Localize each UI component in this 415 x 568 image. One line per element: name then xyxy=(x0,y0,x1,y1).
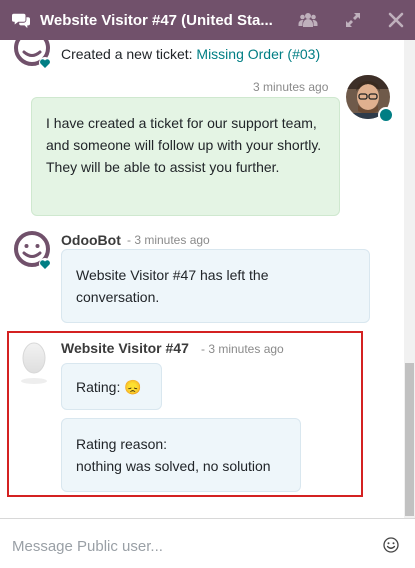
online-status-indicator xyxy=(378,107,394,123)
expand-icon[interactable] xyxy=(343,10,363,30)
log-message: Created a new ticket: Missing Order (#03… xyxy=(61,46,320,62)
message-composer[interactable]: Message Public user... xyxy=(0,518,415,568)
close-icon[interactable] xyxy=(386,10,406,30)
bot-author-name[interactable]: OdooBot xyxy=(61,232,121,248)
chat-title[interactable]: Website Visitor #47 (United Sta... xyxy=(40,12,280,29)
odoobot-avatar xyxy=(14,40,51,69)
odoobot-avatar[interactable] xyxy=(12,231,54,273)
bot-message-text: Website Visitor #47 has left the convers… xyxy=(76,267,269,305)
highlight-box xyxy=(7,331,363,497)
agent-message-bubble: I have created a ticket for our support … xyxy=(31,97,340,216)
composer-placeholder[interactable]: Message Public user... xyxy=(12,538,163,555)
bot-timestamp: - 3 minutes ago xyxy=(127,233,210,247)
users-icon[interactable] xyxy=(298,10,318,30)
chat-window-header: Website Visitor #47 (United Sta... xyxy=(0,0,415,40)
ticket-link[interactable]: Missing Order (#03) xyxy=(196,46,320,62)
comments-icon xyxy=(12,13,30,29)
scrollbar-thumb[interactable] xyxy=(405,363,414,516)
agent-message-text: I have created a ticket for our support … xyxy=(46,115,322,175)
log-prefix: Created a new ticket: xyxy=(61,46,193,62)
emoji-icon[interactable] xyxy=(383,537,399,553)
agent-timestamp: 3 minutes ago xyxy=(253,80,329,94)
agent-avatar[interactable] xyxy=(346,75,394,123)
bot-message-bubble: Website Visitor #47 has left the convers… xyxy=(61,249,370,323)
